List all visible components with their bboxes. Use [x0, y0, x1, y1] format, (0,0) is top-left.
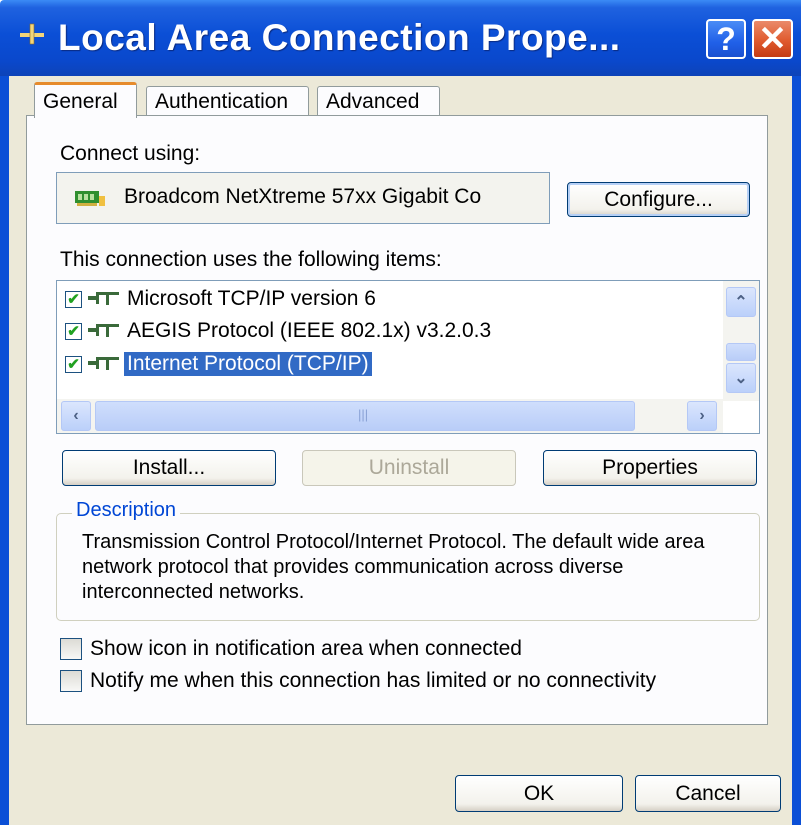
notify-label: Notify me when this connection has limit…: [90, 669, 657, 692]
horizontal-scroll-thumb[interactable]: |||: [95, 401, 635, 431]
item-checkbox[interactable]: ✔: [65, 290, 82, 308]
network-adapter-icon: [75, 191, 105, 206]
adapter-name: Broadcom NetXtreme 57xx Gigabit Co: [124, 185, 482, 208]
show-icon-option[interactable]: Show icon in notification area when conn…: [60, 637, 522, 661]
horizontal-scrollbar[interactable]: ‹ ||| ›: [57, 399, 723, 433]
configure-button[interactable]: Configure...: [567, 182, 750, 217]
description-text: Transmission Control Protocol/Internet P…: [82, 531, 705, 603]
list-item[interactable]: ✔ AEGIS Protocol (IEEE 802.1x) v3.2.0.3: [65, 317, 494, 345]
item-checkbox[interactable]: ✔: [65, 322, 82, 340]
chevron-left-icon: ‹: [73, 407, 79, 424]
item-checkbox[interactable]: ✔: [65, 355, 82, 373]
show-icon-checkbox[interactable]: [60, 638, 82, 660]
notify-checkbox[interactable]: [60, 670, 82, 692]
protocol-icon: [88, 292, 119, 305]
scroll-up-button[interactable]: ⌃: [726, 287, 756, 317]
chevron-right-icon: ›: [699, 407, 705, 424]
configure-button-label: Configure...: [604, 187, 713, 211]
vertical-scrollbar[interactable]: ⌃ ⌄: [723, 281, 759, 401]
scroll-right-button[interactable]: ›: [687, 401, 717, 431]
list-item[interactable]: ✔ Internet Protocol (TCP/IP): [65, 350, 372, 378]
uninstall-button-label: Uninstall: [368, 456, 450, 479]
connect-using-label: Connect using:: [60, 142, 201, 165]
grip-icon: |||: [358, 407, 369, 422]
notify-option[interactable]: Notify me when this connection has limit…: [60, 669, 656, 693]
item-label: AEGIS Protocol (IEEE 802.1x) v3.2.0.3: [127, 319, 492, 342]
properties-button-label: Properties: [602, 456, 698, 479]
install-button[interactable]: Install...: [62, 450, 276, 486]
protocol-icon: [88, 324, 119, 337]
list-item[interactable]: ✔ Microsoft TCP/IP version 6: [65, 285, 379, 313]
vertical-scroll-thumb[interactable]: [726, 343, 756, 361]
chevron-down-icon: ⌄: [734, 370, 748, 387]
items-label: This connection uses the following items…: [60, 248, 442, 271]
install-button-label: Install...: [132, 456, 206, 479]
item-label: Microsoft TCP/IP version 6: [127, 287, 376, 310]
show-icon-label: Show icon in notification area when conn…: [90, 637, 522, 660]
components-list[interactable]: ✔ Microsoft TCP/IP version 6 ✔ AEGIS Pro…: [56, 280, 760, 434]
uninstall-button[interactable]: Uninstall: [302, 450, 516, 486]
cancel-button[interactable]: Cancel: [635, 775, 781, 812]
properties-button[interactable]: Properties: [543, 450, 757, 486]
cancel-button-label: Cancel: [675, 781, 741, 805]
scroll-left-button[interactable]: ‹: [61, 401, 91, 431]
description-title: Description: [72, 499, 181, 522]
ok-button-label: OK: [523, 781, 555, 805]
protocol-icon: [88, 357, 119, 370]
ok-button[interactable]: OK: [455, 775, 623, 812]
item-label-selected: Internet Protocol (TCP/IP): [124, 352, 372, 376]
chevron-up-icon: ⌃: [734, 294, 748, 311]
scroll-down-button[interactable]: ⌄: [726, 363, 756, 393]
adapter-field: Broadcom NetXtreme 57xx Gigabit Co: [56, 172, 550, 224]
